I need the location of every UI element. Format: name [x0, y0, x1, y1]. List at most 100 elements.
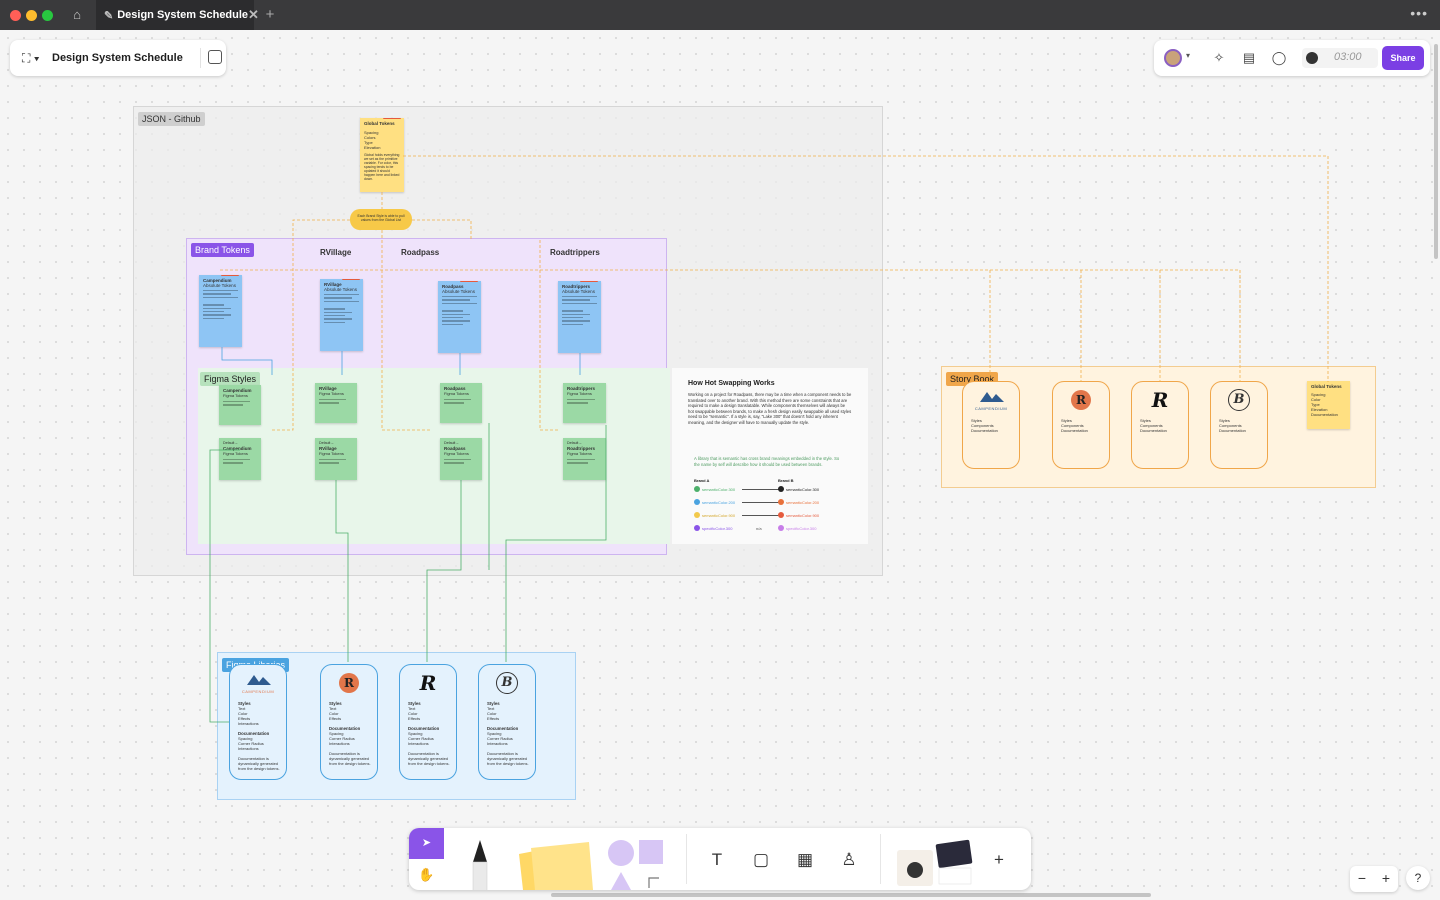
home-icon[interactable]: ⌂ [64, 5, 90, 25]
divider [324, 297, 352, 299]
sticky-brand-token-rvillage[interactable]: RVillage Absolute Tokens [320, 279, 363, 351]
section-label: Brand Tokens [191, 243, 254, 257]
library-card-roadtrippers[interactable]: B Styles Text Color Effects Documentatio… [478, 664, 536, 780]
divider [324, 308, 345, 310]
divider [686, 834, 687, 884]
ai-sparkle-icon[interactable]: ✧ [1210, 49, 1228, 67]
color-dot [778, 525, 784, 531]
logo-wordmark: CAMPENDIUM [241, 689, 275, 694]
sticky-note-tool-icon[interactable] [513, 838, 597, 890]
divider [223, 459, 251, 461]
sticky-story-global-tokens[interactable]: Global Tokens Spacing Color Type Elevati… [1307, 381, 1350, 429]
divider [442, 310, 463, 312]
color-dot [694, 512, 700, 518]
connector-note[interactable]: Each Brand Style is able to pull values … [350, 209, 412, 230]
divider [203, 314, 231, 316]
divider [203, 290, 238, 292]
sticky-subtitle: Figma Tokens [319, 451, 344, 456]
templates-tool-icon[interactable] [893, 836, 977, 890]
divider [319, 402, 340, 404]
divider [203, 293, 231, 295]
toggle-panel-icon[interactable] [208, 50, 222, 64]
sticky-default-rvillage[interactable]: Default – RVillage Figma Tokens [315, 438, 357, 480]
library-card-campendium[interactable]: CAMPENDIUM Styles Text Color Effects Int… [229, 664, 287, 780]
stamp-tool-icon[interactable]: ♙ [834, 845, 864, 875]
new-tab-button[interactable]: + [262, 5, 278, 25]
hot-swap-body: Working on a project for Roadpass, there… [688, 392, 852, 425]
story-card-rvillage[interactable]: R Styles Components Documentation [1052, 381, 1110, 469]
creation-toolbar: ➤ ✋ T ▢ ▦ ♙ + [409, 828, 1031, 890]
token-label: semanticColor.300 [702, 487, 736, 492]
vertical-scrollbar[interactable] [1434, 44, 1438, 259]
divider [203, 304, 224, 306]
shape-tool-icon[interactable] [605, 838, 669, 890]
more-menu-button[interactable]: ••• [1410, 5, 1428, 21]
divider [562, 299, 590, 301]
timer-widget[interactable]: 03:00 [1302, 48, 1378, 68]
layout-panel-icon[interactable]: ▤ [1240, 49, 1258, 67]
zoom-window-button[interactable] [42, 10, 53, 21]
card-footer: Documentation is dynamically generated f… [238, 756, 280, 771]
marker-tool-icon[interactable] [465, 838, 495, 890]
color-dot [778, 486, 784, 492]
library-card-roadpass[interactable]: R Styles Text Color Effects Documentatio… [399, 664, 457, 780]
sticky-global-tokens[interactable]: Global Tokens Spacing Colors Type Elevat… [360, 118, 404, 192]
chevron-down-icon[interactable]: ▾ [1186, 51, 1190, 60]
story-card-roadpass[interactable]: R Styles Components Documentation [1131, 381, 1189, 469]
sticky-brand-token-roadpass[interactable]: Roadpass Absolute Tokens [438, 281, 481, 353]
sticky-brand-token-campendium[interactable]: Campendium Absolute Tokens [199, 275, 242, 347]
sticky-default-roadtrippers[interactable]: Default – Roadtrippers Figma Tokens [563, 438, 606, 480]
sticky-style-roadtrippers[interactable]: Roadtrippers Figma Tokens [563, 383, 606, 423]
swap-row: semanticColor.200 semanticColor.200 [694, 499, 834, 507]
section-label: Figma Styles [200, 372, 261, 386]
avatar[interactable] [1164, 49, 1182, 67]
file-title[interactable]: Design System Schedule [52, 52, 183, 64]
help-button[interactable]: ? [1406, 866, 1430, 890]
figma-menu-icon[interactable]: ⛶ ▾ [22, 51, 46, 66]
horizontal-scrollbar[interactable] [551, 893, 1151, 897]
sticky-default-campendium[interactable]: Default – Campendium Figma Tokens [219, 438, 261, 480]
sticky-style-campendium[interactable]: Campendium Figma Tokens [219, 385, 261, 425]
close-tab-icon[interactable]: ✕ [248, 7, 259, 23]
sticky-brand-token-roadtrippers[interactable]: Roadtrippers Absolute Tokens [558, 281, 601, 353]
sticky-subtitle: Absolute Tokens [324, 287, 357, 292]
move-tool-cursor-icon[interactable]: ➤ [409, 828, 444, 859]
whiteboard-canvas[interactable]: JSON - Github Brand Tokens Figma Styles … [0, 30, 1440, 900]
library-card-rvillage[interactable]: R Styles Text Color Effects Documentatio… [320, 664, 378, 780]
rvillage-logo-icon: R [339, 673, 359, 693]
tag-badge [342, 279, 360, 280]
sticky-subtitle: Figma Tokens [319, 391, 344, 396]
section-tool-icon[interactable]: ▢ [746, 845, 776, 875]
story-card-roadtrippers[interactable]: B Styles Components Documentation [1210, 381, 1268, 469]
brand-b-label: Brand B [778, 478, 794, 483]
divider [880, 834, 881, 884]
hot-swap-title: How Hot Swapping Works [688, 380, 775, 387]
text-tool-icon[interactable]: T [702, 845, 732, 875]
comment-icon[interactable]: ◯ [1270, 49, 1288, 67]
zoom-out-button[interactable]: − [1354, 870, 1370, 886]
share-button[interactable]: Share [1382, 46, 1424, 70]
sticky-style-roadpass[interactable]: Roadpass Figma Tokens [440, 383, 482, 423]
tab-design-system-schedule[interactable]: ✎ Design System Schedule ✕ [96, 0, 259, 30]
token-label: semanticColor.200 [702, 500, 736, 505]
minimize-window-button[interactable] [26, 10, 37, 21]
story-card-list: Styles Components Documentation [1140, 418, 1182, 433]
swap-row: semanticColor.300 semanticColor.300 [694, 486, 834, 494]
token-label: semanticColor.900 [786, 513, 820, 518]
divider [562, 320, 590, 322]
list-item: Interactions [329, 741, 350, 746]
zoom-in-button[interactable]: + [1378, 870, 1394, 886]
sticky-default-roadpass[interactable]: Default – Roadpass Figma Tokens [440, 438, 482, 480]
card-footer: Documentation is dynamically generated f… [408, 751, 450, 766]
add-more-icon[interactable]: + [984, 845, 1014, 875]
table-tool-icon[interactable]: ▦ [790, 845, 820, 875]
divider [444, 399, 472, 401]
hand-tool-icon[interactable]: ✋ [409, 859, 444, 890]
hot-swap-panel[interactable]: How Hot Swapping Works Working on a proj… [672, 368, 868, 544]
token-label: semanticColor.200 [786, 500, 820, 505]
sticky-subtitle: Figma Tokens [444, 451, 469, 456]
close-window-button[interactable] [10, 10, 21, 21]
divider [442, 320, 470, 322]
sticky-style-rvillage[interactable]: RVillage Figma Tokens [315, 383, 357, 423]
story-card-campendium[interactable]: CAMPENDIUM Styles Components Documentati… [962, 381, 1020, 469]
